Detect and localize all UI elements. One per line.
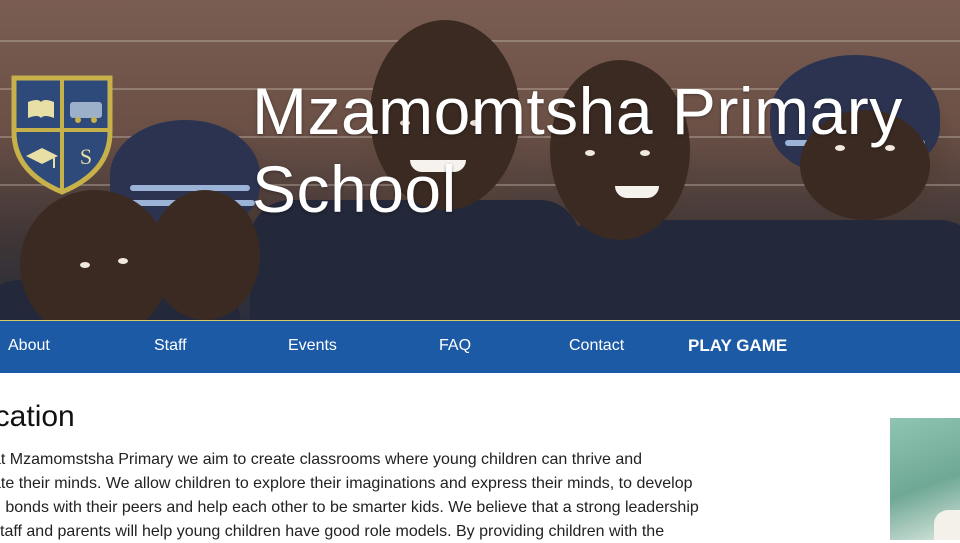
paragraph-line: ate their minds. We allow children to ex…	[0, 475, 693, 492]
crest-letter: S	[80, 144, 92, 169]
main-nav: About Staff Events FAQ Contact PLAY GAME	[0, 320, 960, 373]
nav-item-about[interactable]: About	[8, 321, 50, 373]
section-heading: ucation	[0, 400, 75, 433]
site-title: Mzamomtsha Primary School	[252, 74, 903, 226]
nav-item-play-game[interactable]: PLAY GAME	[688, 321, 787, 373]
side-photo	[890, 418, 960, 540]
nav-item-staff[interactable]: Staff	[154, 321, 187, 373]
paragraph-line: at Mzamomstsha Primary we aim to create …	[0, 451, 643, 468]
school-crest-icon[interactable]: S	[8, 72, 116, 196]
nav-item-contact[interactable]: Contact	[569, 321, 624, 373]
nav-item-events[interactable]: Events	[288, 321, 337, 373]
nav-item-faq[interactable]: FAQ	[439, 321, 471, 373]
hero-banner: S Mzamomtsha Primary School	[0, 0, 960, 320]
paragraph-line: g bonds with their peers and help each o…	[0, 499, 699, 516]
